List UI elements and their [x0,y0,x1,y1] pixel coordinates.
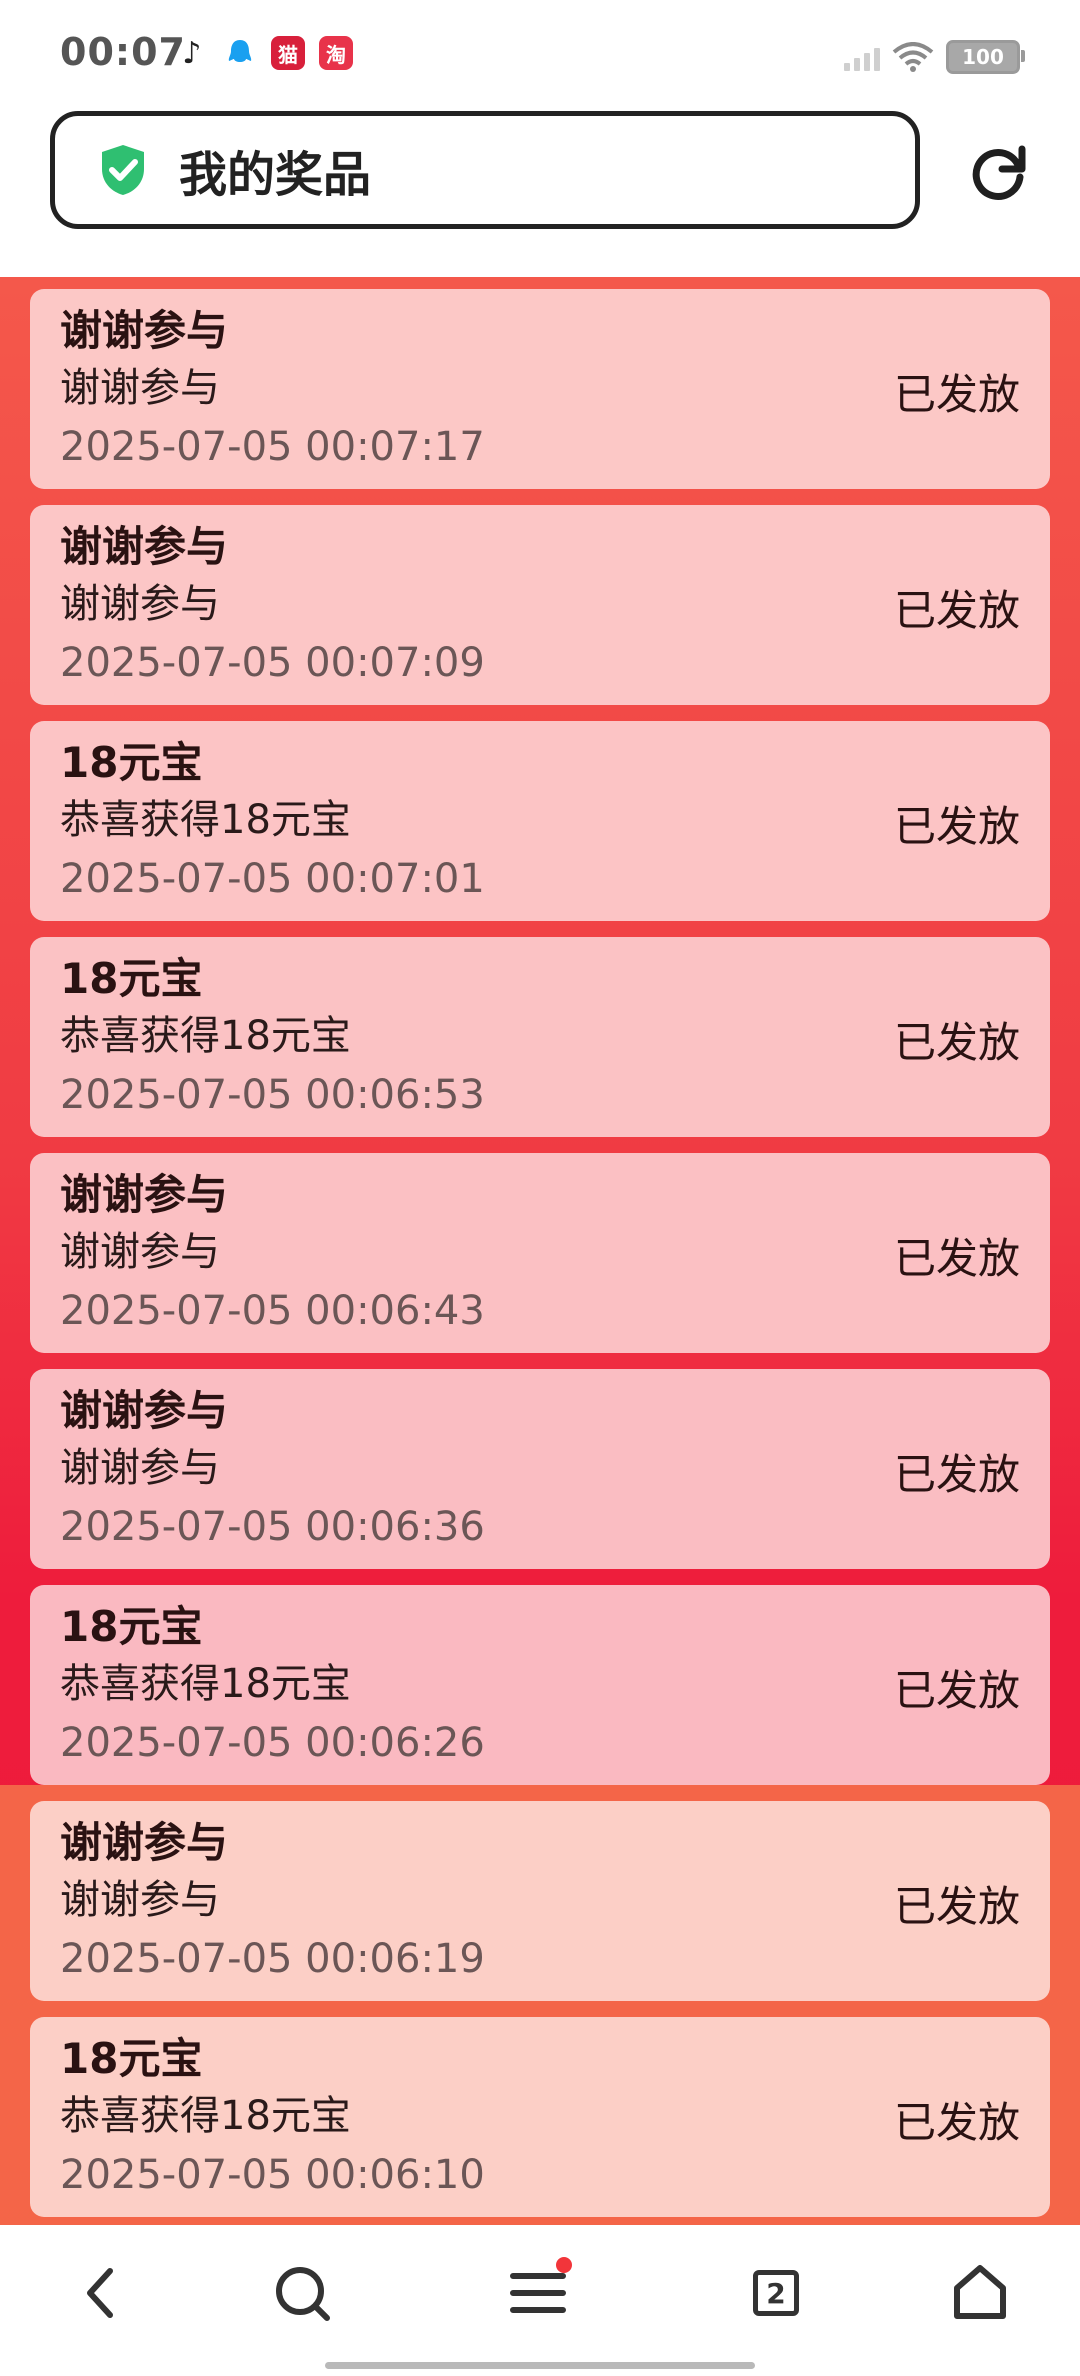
title-bar[interactable]: 我的奖品 [50,111,920,229]
tmall-icon: 猫 [271,36,305,70]
prize-desc: 谢谢参与 [60,365,220,411]
prize-card[interactable]: 谢谢参与 谢谢参与 2025-07-05 00:06:19 已发放 [30,1801,1050,2001]
prize-card[interactable]: 谢谢参与 谢谢参与 2025-07-05 00:06:43 已发放 [30,1153,1050,1353]
prize-desc: 恭喜获得18元宝 [60,2093,351,2139]
refresh-icon[interactable] [966,141,1030,205]
status-bar: 00:07 ♪ 猫 淘 100 [0,0,1080,110]
signal-icon [844,43,880,71]
chevron-left-icon [87,2268,113,2318]
prize-title: 18元宝 [60,954,203,1003]
prize-card[interactable]: 18元宝 恭喜获得18元宝 2025-07-05 00:07:01 已发放 [30,721,1050,921]
prize-card[interactable]: 18元宝 恭喜获得18元宝 2025-07-05 00:06:53 已发放 [30,937,1050,1137]
prize-card[interactable]: 谢谢参与 谢谢参与 2025-07-05 00:06:36 已发放 [30,1369,1050,1569]
back-button[interactable] [60,2253,140,2333]
bottom-nav: 2 [0,2225,1080,2376]
prize-time: 2025-07-05 00:06:26 [60,1720,485,1766]
prize-card[interactable]: 谢谢参与 谢谢参与 2025-07-05 00:07:09 已发放 [30,505,1050,705]
prize-title: 谢谢参与 [60,306,229,355]
prize-status: 已发放 [893,802,1020,851]
menu-icon [510,2273,566,2313]
wifi-icon [892,42,934,72]
home-indicator[interactable] [325,2362,755,2369]
qq-icon [223,36,257,70]
shield-check-icon [102,145,144,195]
search-button[interactable] [262,2253,342,2333]
prize-title: 18元宝 [60,738,203,787]
prize-desc: 谢谢参与 [60,581,220,627]
menu-button[interactable] [498,2253,578,2333]
prize-card[interactable]: 18元宝 恭喜获得18元宝 2025-07-05 00:06:26 已发放 [30,1585,1050,1785]
prize-time: 2025-07-05 00:07:09 [60,640,485,686]
status-time: 00:07 [60,30,186,74]
tabs-button[interactable]: 2 [736,2253,816,2333]
prize-time: 2025-07-05 00:06:19 [60,1936,485,1982]
prize-title: 谢谢参与 [60,1386,229,1435]
prize-title: 18元宝 [60,1602,203,1651]
prize-status: 已发放 [893,1450,1020,1499]
status-app-icons: ♪ 猫 淘 [175,35,353,71]
prize-time: 2025-07-05 00:06:43 [60,1288,485,1334]
prize-time: 2025-07-05 00:07:01 [60,856,485,902]
prize-status: 已发放 [893,586,1020,635]
tab-count-icon: 2 [753,2270,799,2316]
search-icon [276,2267,330,2321]
prize-status: 已发放 [893,1666,1020,1715]
prize-desc: 恭喜获得18元宝 [60,1013,351,1059]
prize-desc: 谢谢参与 [60,1229,220,1275]
prize-title: 谢谢参与 [60,1170,229,1219]
battery-icon: 100 [946,40,1025,74]
prize-desc: 谢谢参与 [60,1445,220,1491]
prize-desc: 恭喜获得18元宝 [60,797,351,843]
prize-time: 2025-07-05 00:06:10 [60,2152,485,2198]
prize-card[interactable]: 18元宝 恭喜获得18元宝 2025-07-05 00:06:10 已发放 [30,2017,1050,2217]
page-title: 我的奖品 [179,147,372,203]
prize-time: 2025-07-05 00:06:53 [60,1072,485,1118]
prize-desc: 谢谢参与 [60,1877,220,1923]
taobao-icon: 淘 [319,36,353,70]
tiktok-icon: ♪ [182,35,202,71]
prize-status: 已发放 [893,1018,1020,1067]
prize-status: 已发放 [893,370,1020,419]
prize-list-area[interactable]: 谢谢参与 谢谢参与 2025-07-05 00:07:17 已发放 谢谢参与 谢… [0,277,1080,2225]
prize-desc: 恭喜获得18元宝 [60,1661,351,1707]
home-icon [954,2265,1006,2319]
prize-status: 已发放 [893,1882,1020,1931]
home-button[interactable] [940,2253,1020,2333]
prize-title: 18元宝 [60,2034,203,2083]
prize-status: 已发放 [893,1234,1020,1283]
page-header: 我的奖品 [0,105,1080,275]
prize-card[interactable]: 谢谢参与 谢谢参与 2025-07-05 00:07:17 已发放 [30,289,1050,489]
prize-time: 2025-07-05 00:06:36 [60,1504,485,1550]
notification-dot [556,2257,572,2273]
prize-title: 谢谢参与 [60,522,229,571]
prize-status: 已发放 [893,2098,1020,2147]
status-indicators: 100 [844,40,1025,74]
prize-title: 谢谢参与 [60,1818,229,1867]
prize-time: 2025-07-05 00:07:17 [60,424,485,470]
